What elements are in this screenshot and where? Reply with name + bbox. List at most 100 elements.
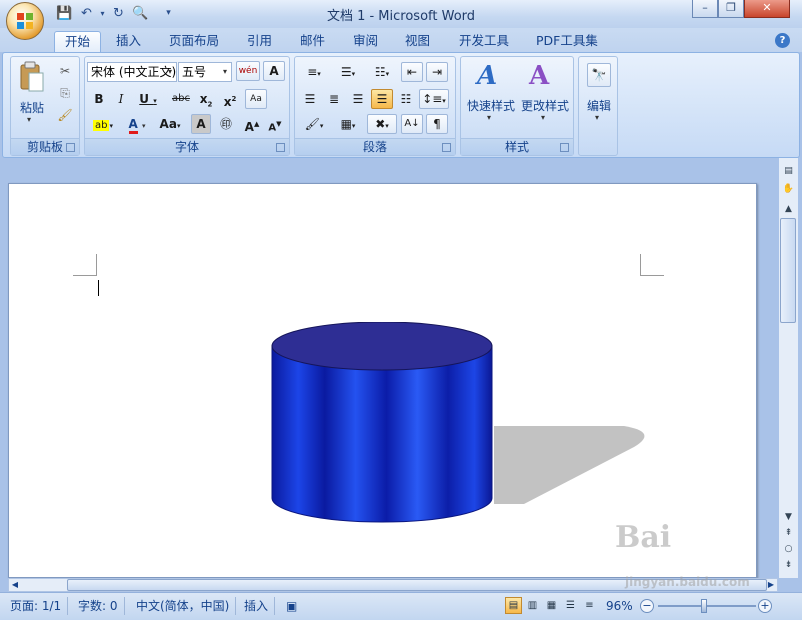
- word-count[interactable]: 字数: 0: [72, 597, 125, 615]
- clipboard-group: 粘贴 ▾ ✂ ⎘ 🖌 剪贴板: [10, 56, 80, 156]
- vertical-scrollbar[interactable]: ▤ ✋ ▲ ▼ ⇞ ○ ⇟: [778, 158, 798, 578]
- bold-icon[interactable]: B: [89, 89, 109, 109]
- numbering-icon[interactable]: ☰▾: [333, 62, 363, 82]
- superscript-icon[interactable]: x2: [219, 89, 241, 109]
- chevron-down-icon: ▾: [595, 113, 600, 122]
- tab-review[interactable]: 审阅: [343, 31, 388, 52]
- enclose-characters-icon[interactable]: ㊞: [215, 114, 237, 134]
- margin-corner-top-left: [73, 254, 97, 276]
- strikethrough-icon[interactable]: abc: [169, 89, 193, 109]
- decrease-indent-icon[interactable]: ⇤: [401, 62, 423, 82]
- change-case-button[interactable]: Aa▾: [155, 114, 185, 134]
- full-screen-reading-icon[interactable]: ▥: [524, 597, 541, 614]
- align-left-icon[interactable]: ☰: [299, 89, 321, 109]
- cylinder-shape[interactable]: [264, 322, 654, 527]
- zoom-slider-thumb[interactable]: [701, 599, 707, 613]
- paragraph-dialog-launcher[interactable]: [442, 143, 451, 152]
- window-title: 文档 1 - Microsoft Word: [326, 9, 476, 24]
- styles-group-label: 样式: [461, 138, 573, 155]
- change-styles-button[interactable]: A 更改样式 ▾: [519, 59, 571, 129]
- scroll-left-icon[interactable]: ◀: [9, 579, 21, 591]
- draft-view-icon[interactable]: ≡: [581, 597, 598, 614]
- tab-insert[interactable]: 插入: [106, 31, 151, 52]
- macro-record-icon[interactable]: ▣: [280, 597, 303, 615]
- language-status[interactable]: 中文(简体，中国): [130, 597, 237, 615]
- quick-styles-button[interactable]: A 快速样式 ▾: [465, 59, 517, 129]
- font-group: 宋体 (中文正文) ▾ 五号 ▾ wén A B I U ▾ abc x2 x2 A…: [84, 56, 290, 156]
- tab-pdf-tools[interactable]: PDF工具集: [526, 31, 608, 52]
- sort-icon[interactable]: A↓: [401, 114, 423, 134]
- font-name-combo[interactable]: 宋体 (中文正文) ▾: [87, 62, 177, 82]
- multilevel-list-icon[interactable]: ☷▾: [367, 62, 397, 82]
- shrink-font-icon[interactable]: A▼: [264, 114, 286, 134]
- clipboard-dialog-launcher[interactable]: [66, 143, 75, 152]
- web-layout-icon[interactable]: ▦: [543, 597, 560, 614]
- tab-developer[interactable]: 开发工具: [449, 31, 519, 52]
- zoom-slider-track[interactable]: [658, 605, 756, 607]
- vertical-scroll-thumb[interactable]: [780, 218, 796, 323]
- line-spacing-icon[interactable]: ↕≡▾: [419, 89, 449, 109]
- styles-dialog-launcher[interactable]: [560, 143, 569, 152]
- chevron-down-icon: ▾: [167, 67, 172, 76]
- page-count[interactable]: 页面: 1/1: [4, 597, 69, 615]
- ruler-area: [0, 158, 778, 178]
- borders-icon[interactable]: ▦▾: [333, 114, 363, 134]
- bullets-icon[interactable]: ≡▾: [299, 62, 329, 82]
- font-dialog-launcher[interactable]: [276, 143, 285, 152]
- close-button[interactable]: ✕: [744, 0, 790, 18]
- restore-button[interactable]: ❐: [718, 0, 744, 18]
- underline-icon[interactable]: U ▾: [135, 89, 161, 109]
- grow-font-icon[interactable]: A▲: [241, 114, 263, 134]
- editing-button[interactable]: 🔭 编辑 ▾: [581, 59, 617, 139]
- character-border-icon[interactable]: A: [263, 61, 285, 81]
- distributed-icon[interactable]: ☷: [395, 89, 417, 109]
- format-painter-icon[interactable]: 🖌: [55, 105, 75, 125]
- change-case-label: Aa: [159, 117, 177, 131]
- minimize-button[interactable]: –: [692, 0, 718, 18]
- help-icon[interactable]: ?: [775, 33, 790, 48]
- align-right-icon[interactable]: ☰: [347, 89, 369, 109]
- quick-styles-label: 快速样式: [466, 99, 515, 113]
- margin-corner-top-right: [640, 254, 664, 276]
- align-center-icon[interactable]: ≣: [323, 89, 345, 109]
- cut-icon[interactable]: ✂: [55, 61, 75, 81]
- copy-icon[interactable]: ⎘: [55, 83, 75, 103]
- italic-icon[interactable]: I: [111, 89, 131, 109]
- paste-icon: [20, 61, 44, 92]
- cylinder-shadow: [494, 426, 645, 504]
- clear-formatting-icon[interactable]: Aa: [245, 89, 267, 109]
- increase-indent-icon[interactable]: ⇥: [426, 62, 448, 82]
- subscript-icon[interactable]: x2: [195, 89, 217, 109]
- scroll-up-icon[interactable]: ▲: [780, 202, 797, 216]
- chinese-layout-icon[interactable]: ✖▾: [367, 114, 397, 134]
- tab-page-layout[interactable]: 页面布局: [159, 31, 229, 52]
- justify-icon[interactable]: ☰: [371, 89, 393, 109]
- outline-view-icon[interactable]: ☰: [562, 597, 579, 614]
- editing-group: 🔭 编辑 ▾: [578, 56, 618, 156]
- tab-references[interactable]: 引用: [237, 31, 282, 52]
- tab-view[interactable]: 视图: [395, 31, 440, 52]
- paste-dropdown-icon[interactable]: ▾: [27, 115, 31, 124]
- character-shading-icon[interactable]: A: [191, 114, 211, 134]
- find-binoculars-icon: 🔭: [587, 63, 611, 87]
- hand-icon[interactable]: ✋: [780, 182, 797, 196]
- show-marks-icon[interactable]: ¶: [426, 114, 448, 134]
- phonetic-guide-icon[interactable]: wén: [236, 61, 260, 81]
- document-page[interactable]: [8, 183, 757, 578]
- shading-icon[interactable]: 🖌▾: [299, 114, 329, 134]
- insert-mode[interactable]: 插入: [238, 597, 276, 615]
- tab-mailings[interactable]: 邮件: [290, 31, 335, 52]
- tab-home[interactable]: 开始: [54, 31, 102, 52]
- font-color-icon[interactable]: A ▾: [123, 114, 151, 134]
- font-size-combo[interactable]: 五号 ▾: [178, 62, 232, 82]
- zoom-out-icon[interactable]: −: [640, 599, 654, 613]
- zoom-in-icon[interactable]: +: [758, 599, 772, 613]
- chevron-down-icon: ▾: [487, 113, 492, 122]
- ruler-toggle-icon[interactable]: ▤: [780, 164, 797, 178]
- print-layout-icon[interactable]: ▤: [505, 597, 522, 614]
- text-highlight-icon[interactable]: ab ▾: [89, 114, 117, 134]
- watermark-url: jingyan.baidu.com: [625, 575, 750, 589]
- paste-button[interactable]: 粘贴 ▾: [17, 61, 47, 124]
- office-logo-icon: [17, 13, 33, 29]
- office-button[interactable]: [6, 2, 44, 40]
